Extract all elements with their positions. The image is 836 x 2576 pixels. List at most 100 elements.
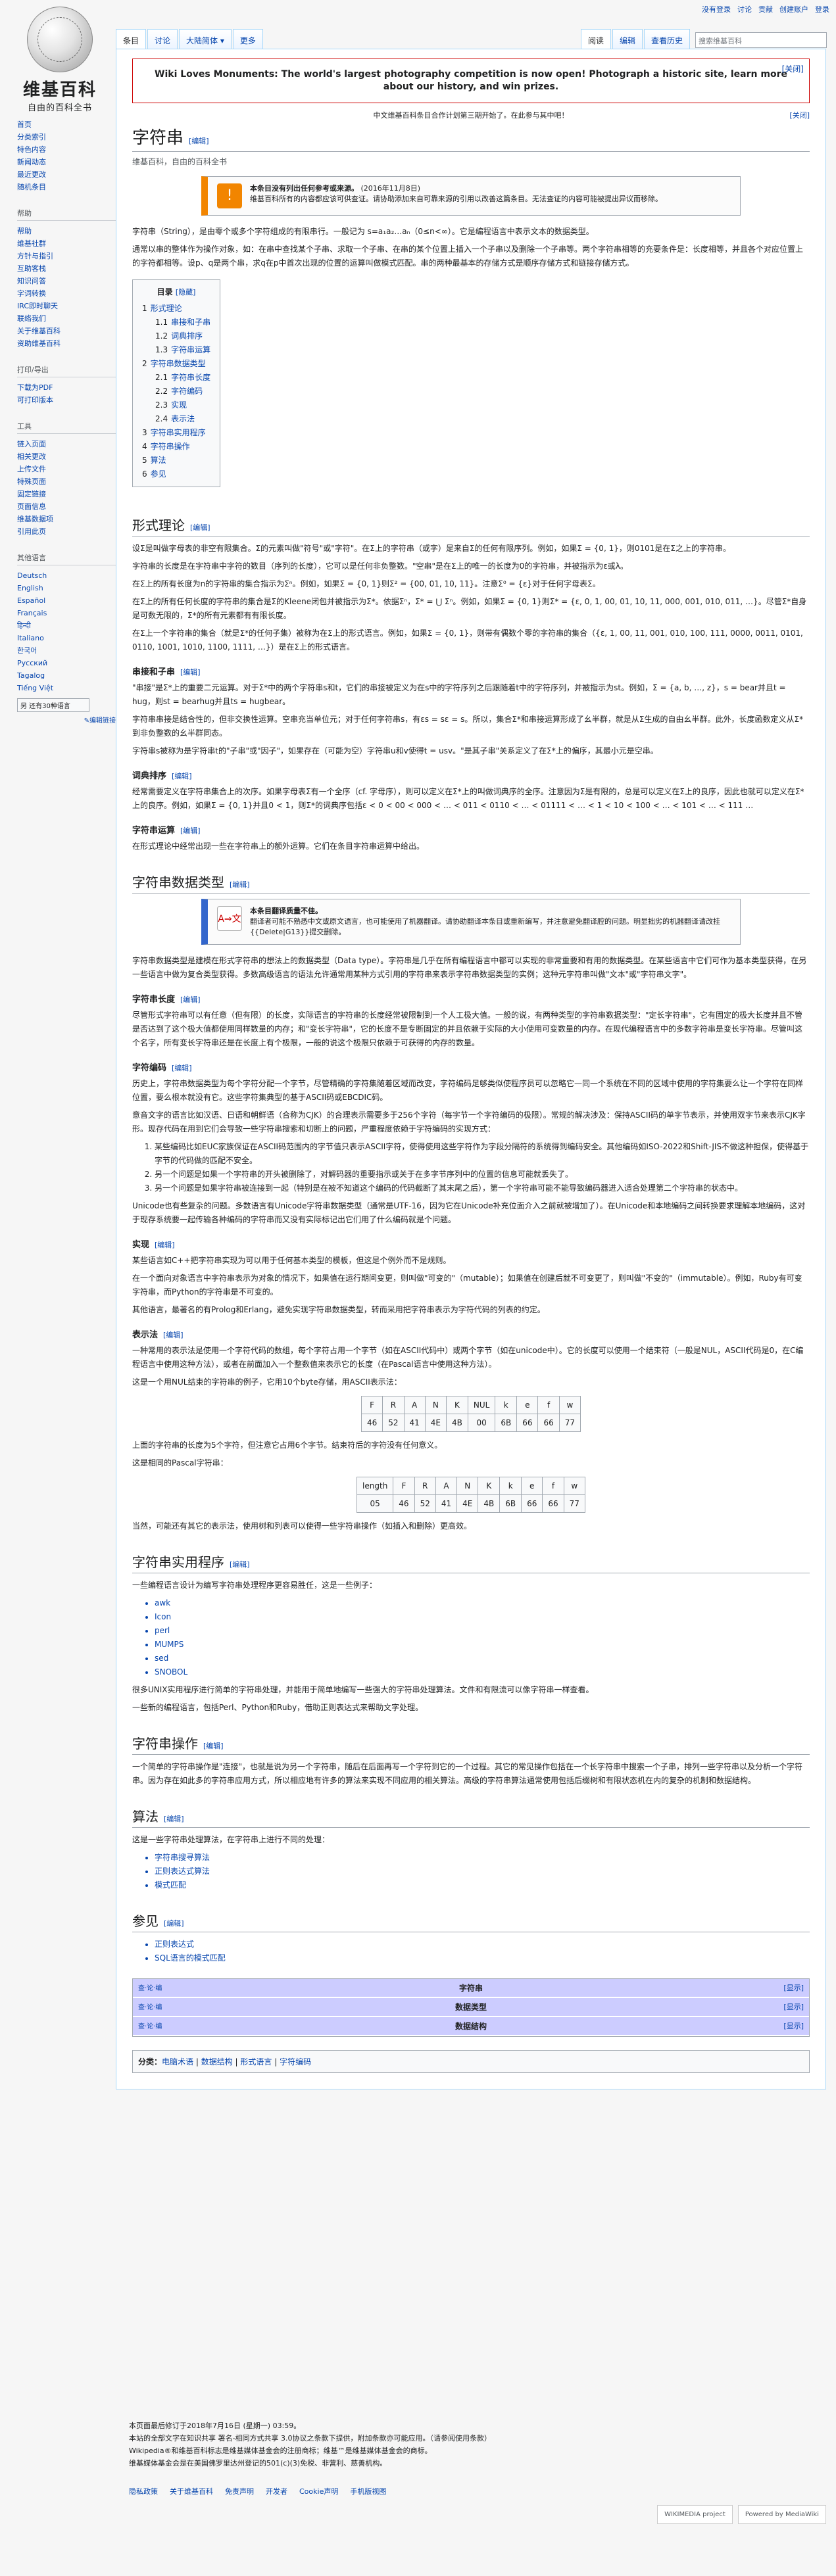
- edit-section-link[interactable]: [编辑]: [230, 880, 250, 889]
- list-item-link[interactable]: Icon: [155, 1610, 810, 1624]
- tab-2[interactable]: 大陆简体 ▾: [179, 29, 232, 51]
- toc-item[interactable]: 1.2 词典排序: [142, 329, 210, 343]
- personal-link[interactable]: 讨论: [737, 4, 752, 14]
- sidebar-item-language[interactable]: Français: [17, 609, 47, 617]
- list-item-link[interactable]: 正则表达式: [155, 1938, 810, 1951]
- sidebar-item-help[interactable]: 字词转换: [17, 289, 46, 298]
- footer-badge[interactable]: Powered by MediaWiki: [737, 2505, 826, 2524]
- view-tab-1[interactable]: 编辑: [612, 29, 643, 51]
- navbox-vte-links[interactable]: 查·论·编: [138, 1982, 162, 1992]
- sidebar-item-help[interactable]: 互助客栈: [17, 264, 46, 273]
- site-logo[interactable]: 维基百科 自由的百科全书: [11, 7, 109, 113]
- view-tab-0[interactable]: 阅读: [580, 29, 611, 51]
- list-item-link[interactable]: SQL语言的模式匹配: [155, 1951, 810, 1965]
- toc-item[interactable]: 6 参见: [142, 467, 210, 481]
- edit-section-link[interactable]: [编辑]: [163, 1331, 184, 1339]
- footer-link[interactable]: 隐私政策: [129, 2485, 158, 2498]
- toc-item[interactable]: 2.1 字符串长度: [142, 371, 210, 385]
- list-item-link[interactable]: sed: [155, 1652, 810, 1665]
- sidebar-item-help[interactable]: 方针与指引: [17, 252, 53, 260]
- footer-link[interactable]: 免责声明: [225, 2485, 254, 2498]
- category-link[interactable]: 形式语言: [240, 2057, 272, 2066]
- footer-link[interactable]: 手机版视图: [350, 2485, 386, 2498]
- list-item-link[interactable]: perl: [155, 1624, 810, 1638]
- personal-link[interactable]: 登录: [815, 4, 829, 14]
- sidebar-item-nav[interactable]: 首页: [17, 120, 32, 129]
- navbox-toggle[interactable]: [显示]: [783, 2001, 804, 2012]
- sidebar-item-tools[interactable]: 上传文件: [17, 465, 46, 473]
- sidebar-item-tools[interactable]: 维基数据项: [17, 515, 53, 523]
- navbox-toggle[interactable]: [显示]: [783, 2020, 804, 2031]
- sidebar-item-language[interactable]: Español: [17, 596, 45, 605]
- edit-section-link[interactable]: [编辑]: [203, 1742, 224, 1750]
- banner-close-link[interactable]: [关闭]: [782, 63, 804, 76]
- navbox-toggle[interactable]: [显示]: [783, 1982, 804, 1993]
- sidebar-item-language[interactable]: 한국어: [17, 646, 37, 655]
- navbox-title[interactable]: 数据结构: [455, 2022, 487, 2031]
- edit-section-link[interactable]: [编辑]: [180, 668, 201, 677]
- toc-item[interactable]: 4 字符串操作: [142, 440, 210, 454]
- sidebar-item-help[interactable]: 知识问答: [17, 277, 46, 285]
- sidebar-item-language[interactable]: Tiếng Việt: [17, 684, 53, 692]
- sidebar-item-tools[interactable]: 引用此页: [17, 527, 46, 536]
- sidebar-item-help[interactable]: 资助维基百科: [17, 339, 61, 348]
- toc-item[interactable]: 1.1 串接和子串: [142, 316, 210, 329]
- sidebar-item-help[interactable]: 维基社群: [17, 239, 46, 248]
- edit-section-link[interactable]: [编辑]: [155, 1241, 175, 1249]
- tab-3[interactable]: 更多: [232, 29, 263, 51]
- edit-section-link[interactable]: [编辑]: [180, 995, 201, 1004]
- sidebar-item-language[interactable]: Italiano: [17, 634, 44, 642]
- sidebar-item-language[interactable]: Tagalog: [17, 671, 45, 680]
- toc-item[interactable]: 2 字符串数据类型: [142, 357, 210, 371]
- sidebar-item-tools[interactable]: 页面信息: [17, 502, 46, 511]
- footer-link[interactable]: Cookie声明: [299, 2485, 338, 2498]
- edit-section-link[interactable]: [编辑]: [172, 1064, 192, 1072]
- list-item-link[interactable]: 正则表达式算法: [155, 1865, 810, 1878]
- sidebar-item-print[interactable]: 下载为PDF: [17, 383, 53, 392]
- notice-close-link[interactable]: [关闭]: [789, 110, 810, 120]
- sidebar-item-language[interactable]: हिन्दी: [17, 621, 31, 630]
- navbox-vte-links[interactable]: 查·论·编: [138, 2020, 162, 2030]
- sidebar-item-language[interactable]: Deutsch: [17, 571, 47, 580]
- sidebar-item-language[interactable]: English: [17, 584, 43, 592]
- category-link[interactable]: 电脑术语: [162, 2057, 193, 2066]
- sidebar-item-help[interactable]: 联络我们: [17, 314, 46, 323]
- toc-hide-link[interactable]: [隐藏]: [176, 288, 196, 297]
- navbox-title[interactable]: 数据类型: [455, 2003, 487, 2012]
- sidebar-item-nav[interactable]: 最近更改: [17, 170, 46, 179]
- toc-item[interactable]: 1 形式理论: [142, 302, 210, 316]
- navbox-vte-links[interactable]: 查·论·编: [138, 2001, 162, 2011]
- sidebar-item-nav[interactable]: 特色内容: [17, 145, 46, 154]
- toc-item[interactable]: 2.2 字符编码: [142, 385, 210, 398]
- sidebar-item-help[interactable]: 关于维基百科: [17, 327, 61, 335]
- edit-interlanguage-links[interactable]: ✎编辑链接: [17, 715, 116, 725]
- toc-item[interactable]: 1.3 字符串运算: [142, 343, 210, 357]
- view-tab-2[interactable]: 查看历史: [643, 29, 690, 51]
- edit-section-link[interactable]: [编辑]: [164, 1919, 184, 1928]
- edit-section-link[interactable]: [编辑]: [190, 523, 210, 532]
- tab-1[interactable]: 讨论: [147, 29, 178, 51]
- list-item-link[interactable]: awk: [155, 1596, 810, 1610]
- list-item-link[interactable]: SNOBOL: [155, 1665, 810, 1679]
- sidebar-item-print[interactable]: 可打印版本: [17, 396, 53, 404]
- sidebar-item-tools[interactable]: 相关更改: [17, 452, 46, 461]
- edit-section-link[interactable]: [编辑]: [180, 826, 201, 835]
- sidebar-item-help[interactable]: 帮助: [17, 227, 32, 235]
- site-notice-text[interactable]: 中文维基百科条目合作计划第三期开始了。在此参与其中吧！: [374, 111, 569, 120]
- list-item-link[interactable]: 字符串搜寻算法: [155, 1851, 810, 1865]
- footer-link[interactable]: 关于维基百科: [170, 2485, 213, 2498]
- list-item-link[interactable]: 模式匹配: [155, 1878, 810, 1892]
- edit-section-link[interactable]: [编辑]: [172, 772, 192, 780]
- more-languages-button[interactable]: 另 还有30种语言: [17, 698, 89, 712]
- personal-link[interactable]: 贡献: [758, 4, 773, 14]
- toc-item[interactable]: 5 算法: [142, 454, 210, 467]
- sidebar-item-tools[interactable]: 特殊页面: [17, 477, 46, 486]
- edit-section-link[interactable]: [编辑]: [230, 1560, 250, 1569]
- toc-item[interactable]: 3 字符串实用程序: [142, 426, 210, 440]
- toc-item[interactable]: 2.3 实现: [142, 398, 210, 412]
- category-link[interactable]: 数据结构: [201, 2057, 233, 2066]
- edit-section-link[interactable]: [编辑]: [164, 1815, 184, 1823]
- category-link[interactable]: 字符编码: [280, 2057, 311, 2066]
- sidebar-item-tools[interactable]: 链入页面: [17, 440, 46, 448]
- navbox-title[interactable]: 字符串: [459, 1984, 483, 1993]
